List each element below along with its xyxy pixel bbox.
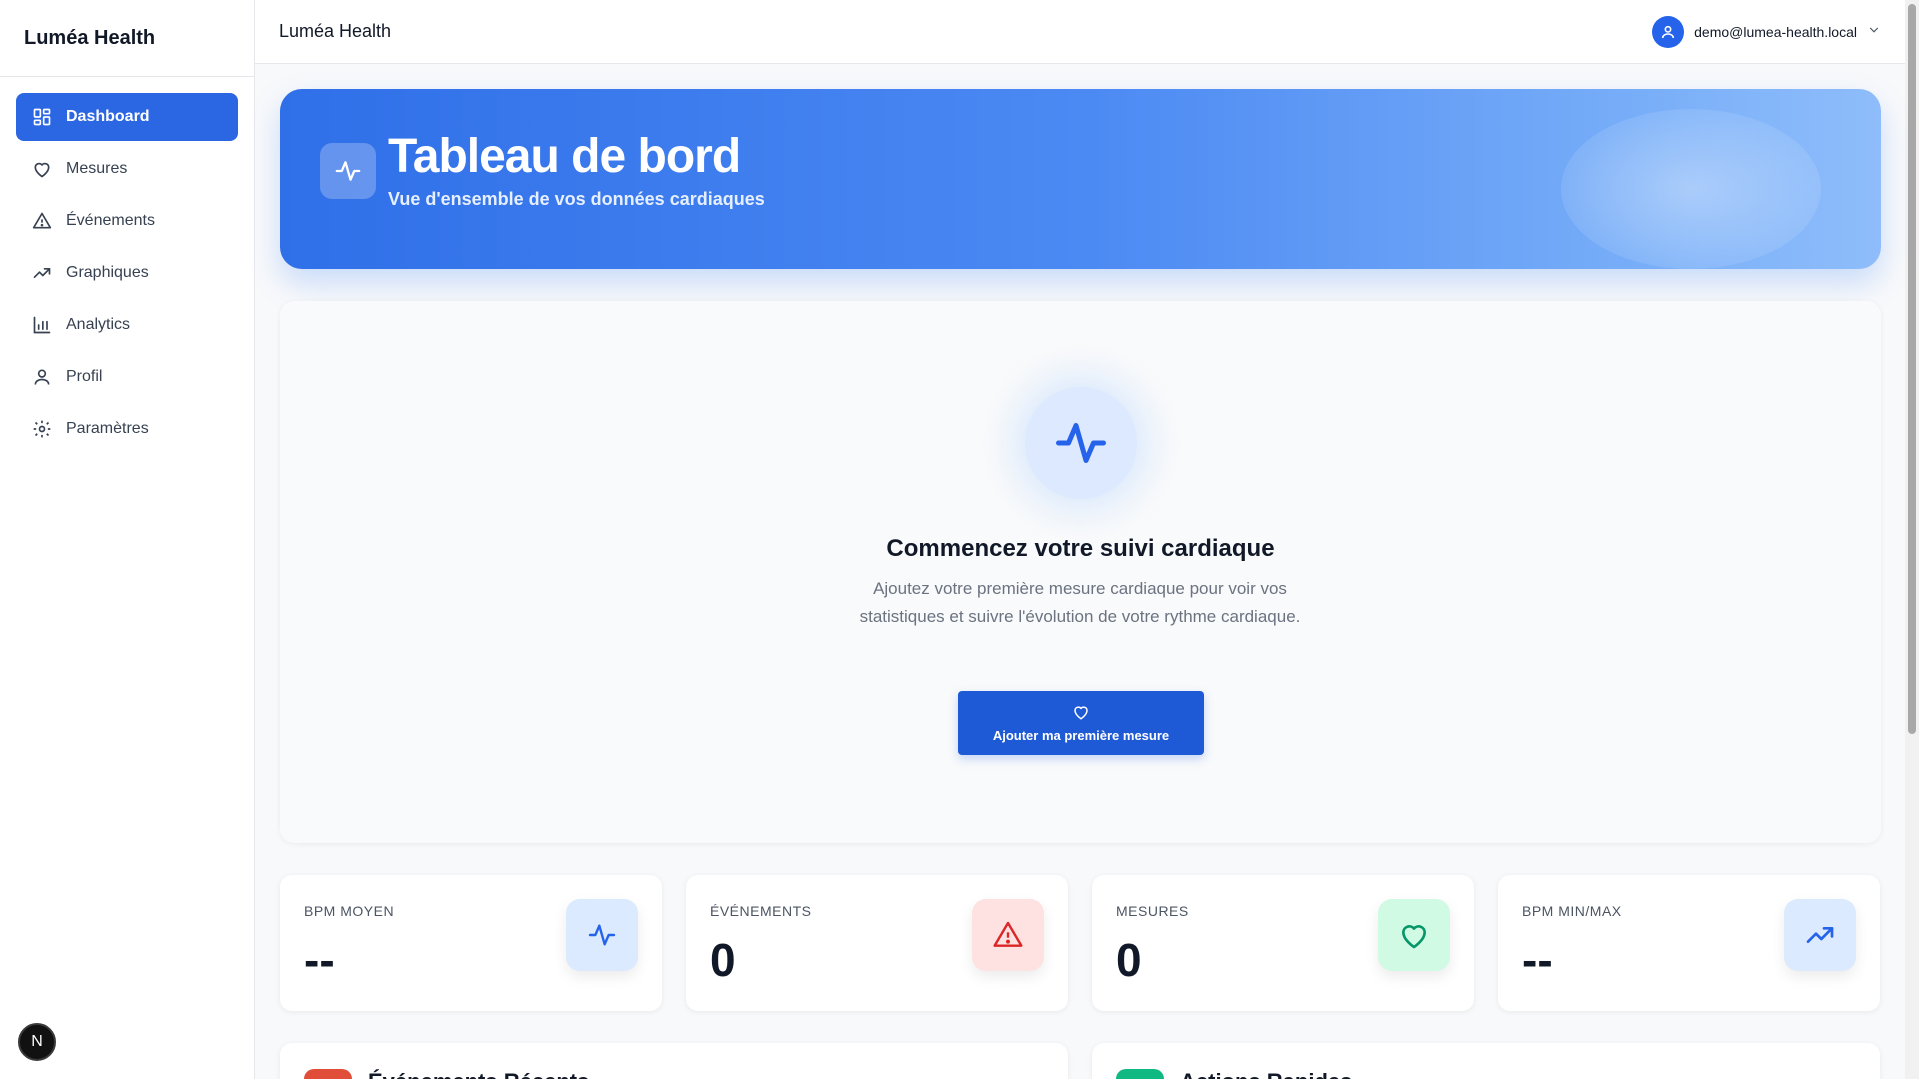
heart-icon xyxy=(32,159,52,179)
topbar: Luméa Health demo@lumea-health.local xyxy=(255,0,1905,64)
stat-label: MESURES xyxy=(1116,903,1189,919)
stat-label: BPM MOYEN xyxy=(304,903,395,919)
activity-icon xyxy=(320,143,376,199)
activity-icon xyxy=(566,899,638,971)
empty-state-card: Commencez votre suivi cardiaque Ajoutez … xyxy=(280,301,1881,843)
recent-events-card: Événements Récents xyxy=(280,1043,1068,1079)
bar-chart-icon xyxy=(32,315,52,335)
stat-value: -- xyxy=(1522,934,1553,986)
card-title: Actions Rapides xyxy=(1180,1069,1352,1079)
quick-actions-card: Actions Rapides xyxy=(1092,1043,1880,1079)
sidebar-item-label: Analytics xyxy=(66,316,131,333)
user-email: demo@lumea-health.local xyxy=(1694,23,1857,40)
sidebar-item-profil[interactable]: Profil xyxy=(16,353,238,401)
sidebar-item-label: Profil xyxy=(66,368,103,385)
sidebar-item-label: Dashboard xyxy=(66,108,150,125)
topbar-title: Luméa Health xyxy=(279,21,392,41)
heart-icon xyxy=(1378,899,1450,971)
sidebar-item-evenements[interactable]: Événements xyxy=(16,197,238,245)
stat-card-evenements: ÉVÉNEMENTS 0 xyxy=(686,875,1068,1011)
sidebar-item-label: Paramètres xyxy=(66,420,149,437)
empty-state-title: Commencez votre suivi cardiaque xyxy=(886,535,1275,562)
dashboard-grid-icon xyxy=(32,107,52,127)
cta-label: Ajouter ma première mesure xyxy=(992,728,1170,743)
dev-tools-badge[interactable]: N xyxy=(18,1023,56,1061)
brand-logo-text[interactable]: Luméa Health xyxy=(0,0,254,77)
trending-up-icon xyxy=(1784,899,1856,971)
stats-row: BPM MOYEN -- ÉVÉNEMENTS 0 MESURES 0 BPM … xyxy=(280,875,1881,1011)
bottom-cards-row: Événements Récents Actions Rapides xyxy=(280,1043,1881,1079)
stat-value: 0 xyxy=(1116,934,1142,986)
sidebar-item-parametres[interactable]: Paramètres xyxy=(16,405,238,453)
stat-card-mesures: MESURES 0 xyxy=(1092,875,1474,1011)
lightning-icon xyxy=(1116,1069,1164,1079)
empty-state-text: Ajoutez votre première mesure cardiaque … xyxy=(859,579,1301,626)
page-subtitle: Vue d'ensemble de vos données cardiaques xyxy=(388,189,765,209)
stat-label: ÉVÉNEMENTS xyxy=(710,903,812,919)
chevron-down-icon xyxy=(1867,23,1881,40)
stat-card-bpm-min-max: BPM MIN/MAX -- xyxy=(1498,875,1880,1011)
sidebar-item-label: Événements xyxy=(66,212,155,229)
add-first-measure-button[interactable]: Ajouter ma première mesure xyxy=(958,691,1204,755)
main-content: Tableau de bord Vue d'ensemble de vos do… xyxy=(280,89,1881,1079)
user-menu[interactable]: demo@lumea-health.local xyxy=(1652,15,1881,48)
sidebar: Luméa Health Dashboard Mesures Événement… xyxy=(0,0,255,1079)
sidebar-nav: Dashboard Mesures Événements Graphiques … xyxy=(0,77,254,473)
warning-triangle-icon xyxy=(32,211,52,231)
hero-banner: Tableau de bord Vue d'ensemble de vos do… xyxy=(280,89,1881,269)
sidebar-item-mesures[interactable]: Mesures xyxy=(16,145,238,193)
heart-icon xyxy=(1072,703,1090,724)
page-title: Tableau de bord xyxy=(388,130,741,183)
stat-card-bpm-moyen: BPM MOYEN -- xyxy=(280,875,662,1011)
sidebar-item-dashboard[interactable]: Dashboard xyxy=(16,93,238,141)
warning-triangle-icon xyxy=(972,899,1044,971)
activity-icon xyxy=(1025,387,1137,499)
hero-glow xyxy=(1561,109,1821,269)
trending-up-icon xyxy=(32,263,52,283)
stat-label: BPM MIN/MAX xyxy=(1522,903,1622,919)
sidebar-item-graphiques[interactable]: Graphiques xyxy=(16,249,238,297)
card-title: Événements Récents xyxy=(368,1069,589,1079)
scrollbar-thumb[interactable] xyxy=(1908,4,1916,734)
sidebar-item-label: Mesures xyxy=(66,160,128,177)
stat-value: -- xyxy=(304,934,335,986)
page-scrollbar[interactable] xyxy=(1905,0,1919,1079)
sidebar-item-analytics[interactable]: Analytics xyxy=(16,301,238,349)
avatar xyxy=(1652,15,1685,48)
stat-value: 0 xyxy=(710,934,736,986)
user-icon xyxy=(32,367,52,387)
warning-triangle-icon xyxy=(304,1069,352,1079)
gear-icon xyxy=(32,419,52,439)
sidebar-item-label: Graphiques xyxy=(66,264,149,281)
